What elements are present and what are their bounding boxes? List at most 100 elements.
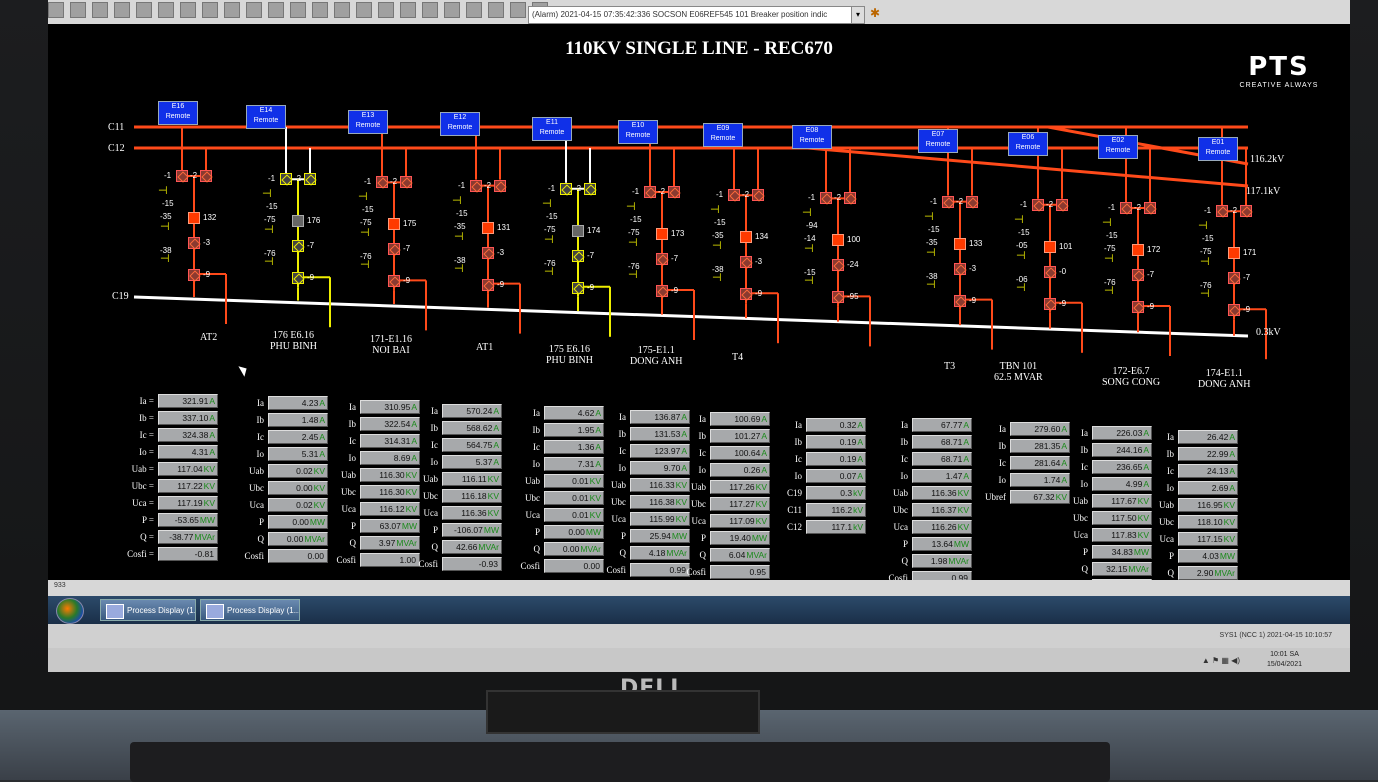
measure-value-field[interactable]: 0.02 KV [268,497,328,512]
measure-value-field[interactable]: 117.04 KV [158,461,218,476]
disconnector-2-icon[interactable] [752,189,764,202]
measure-value-field[interactable]: 321.91 A [158,393,218,408]
toolbar-tool-icon[interactable] [290,2,306,18]
disconnector-3-icon[interactable] [1044,265,1056,278]
measure-value-field[interactable]: 117.83 KV [1092,527,1152,542]
disconnector-3-icon[interactable] [1228,272,1240,285]
remote-button-e14[interactable]: E14 Remote [246,105,286,129]
measure-value-field[interactable]: 68.71 A [912,434,972,449]
disconnector-9-icon[interactable] [740,288,752,301]
toolbar-tool-icon[interactable] [114,2,130,18]
start-button[interactable] [56,598,84,624]
measure-value-field[interactable]: -53.65 MW [158,512,218,527]
disconnector-2-icon[interactable] [1240,205,1252,218]
disconnector-9-icon[interactable] [656,285,668,297]
toolbar-tool-icon[interactable] [334,2,350,18]
measure-value-field[interactable]: 0.00 [268,548,328,563]
toolbar-tool-icon[interactable] [158,2,174,18]
toolbar-tool-icon[interactable] [510,2,526,18]
measure-value-field[interactable]: 1.47 A [912,468,972,483]
disconnector-1-icon[interactable] [560,182,572,195]
measure-value-field[interactable]: -0.93 [442,556,502,571]
measure-value-field[interactable]: 117.26 KV [710,479,770,494]
taskbar-button-process-display-2[interactable]: Process Display (1... [200,599,300,621]
measure-value-field[interactable]: 116.18 KV [442,488,502,503]
toolbar-tool-icon[interactable] [92,2,108,18]
remote-button-e02[interactable]: E02 Remote [1098,135,1138,159]
measure-value-field[interactable]: 5.37 A [442,454,502,469]
toolbar-tool-icon[interactable] [202,2,218,18]
measure-value-field[interactable]: 4.99 A [1092,476,1152,491]
measure-value-field[interactable]: 4.31 A [158,444,218,459]
disconnector-1-icon[interactable] [1216,205,1228,218]
measure-value-field[interactable]: 117.27 KV [710,496,770,511]
measure-value-field[interactable]: 67.77 A [912,417,972,432]
disconnector-1-icon[interactable] [644,186,656,198]
disconnector-2-icon[interactable] [400,176,412,189]
measure-value-field[interactable]: 116.2 kV [806,502,866,517]
breaker-icon[interactable] [292,215,304,228]
toolbar-tool-icon[interactable] [356,2,372,18]
measure-value-field[interactable]: 1.98 MVAr [912,553,972,568]
measure-value-field[interactable]: 4.23 A [268,395,328,410]
disconnector-3-icon[interactable] [188,237,200,249]
toolbar-tool-icon[interactable] [246,2,262,18]
measure-value-field[interactable]: 2.45 A [268,429,328,444]
measure-value-field[interactable]: 0.32 A [806,417,866,432]
disconnector-3-icon[interactable] [572,249,584,262]
measure-value-field[interactable]: 0.01 KV [544,473,604,488]
alarm-line-field[interactable]: (Alarm) 2021-04-15 07:35:42:336 SOCSON E… [528,6,853,24]
measure-value-field[interactable]: 117.50 KV [1092,510,1152,525]
measure-value-field[interactable]: 0.00 KV [268,480,328,495]
toolbar-tool-icon[interactable] [224,2,240,18]
measure-value-field[interactable]: 117.09 KV [710,513,770,528]
measure-value-field[interactable]: 117.19 KV [158,495,218,510]
toolbar-tool-icon[interactable] [466,2,482,18]
measure-value-field[interactable]: 13.64 MW [912,536,972,551]
measure-value-field[interactable]: 337.10 A [158,410,218,425]
measure-value-field[interactable]: 0.19 A [806,434,866,449]
toolbar-tool-icon[interactable] [180,2,196,18]
disconnector-9-icon[interactable] [572,281,584,294]
toolbar-tool-icon[interactable] [400,2,416,18]
measure-value-field[interactable]: 0.95 [710,564,770,579]
disconnector-2-icon[interactable] [200,170,212,182]
breaker-icon[interactable] [656,228,668,240]
measure-value-field[interactable]: 0.07 A [806,468,866,483]
measure-value-field[interactable]: -0.81 [158,546,218,561]
measure-value-field[interactable]: 0.01 KV [544,490,604,505]
disconnector-9-icon[interactable] [292,272,304,285]
breaker-icon[interactable] [572,224,584,237]
measure-value-field[interactable]: 42.66 MVAr [442,539,502,554]
measure-value-field[interactable]: 19.40 MW [710,530,770,545]
measure-value-field[interactable]: 7.31 A [544,456,604,471]
measure-value-field[interactable]: 117.22 KV [158,478,218,493]
measure-value-field[interactable]: 26.42 A [1178,429,1238,444]
measure-value-field[interactable]: 0.00 MW [544,524,604,539]
measure-value-field[interactable]: 32.15 MVAr [1092,561,1152,576]
disconnector-9-icon[interactable] [482,278,494,291]
measure-value-field[interactable]: 116.95 KV [1178,497,1238,512]
disconnector-9-icon[interactable] [1132,301,1144,313]
disconnector-3-icon[interactable] [388,243,400,256]
disconnector-3-icon[interactable] [832,259,844,272]
measure-value-field[interactable]: 68.71 A [912,451,972,466]
breaker-icon[interactable] [740,231,752,244]
measure-value-field[interactable]: 100.69 A [710,411,770,426]
measure-value-field[interactable]: 4.03 MW [1178,548,1238,563]
tray-icons[interactable]: ▲ ⚑ ▦ ◀) [1202,656,1240,665]
measure-value-field[interactable]: 2.69 A [1178,480,1238,495]
disconnector-9-icon[interactable] [188,269,200,281]
disconnector-2-icon[interactable] [668,186,680,198]
measure-value-field[interactable]: 116.36 KV [442,505,502,520]
measure-value-field[interactable]: 324.38 A [158,427,218,442]
disconnector-2-icon[interactable] [494,179,506,192]
breaker-icon[interactable] [1044,240,1056,253]
remote-button-e06[interactable]: E06 Remote [1008,132,1048,156]
disconnector-9-icon[interactable] [1044,297,1056,310]
measure-value-field[interactable]: 118.10 KV [1178,514,1238,529]
remote-button-e13[interactable]: E13 Remote [348,110,388,134]
disconnector-2-icon[interactable] [1144,202,1156,214]
measure-value-field[interactable]: 34.83 MW [1092,544,1152,559]
disconnector-1-icon[interactable] [1032,198,1044,211]
